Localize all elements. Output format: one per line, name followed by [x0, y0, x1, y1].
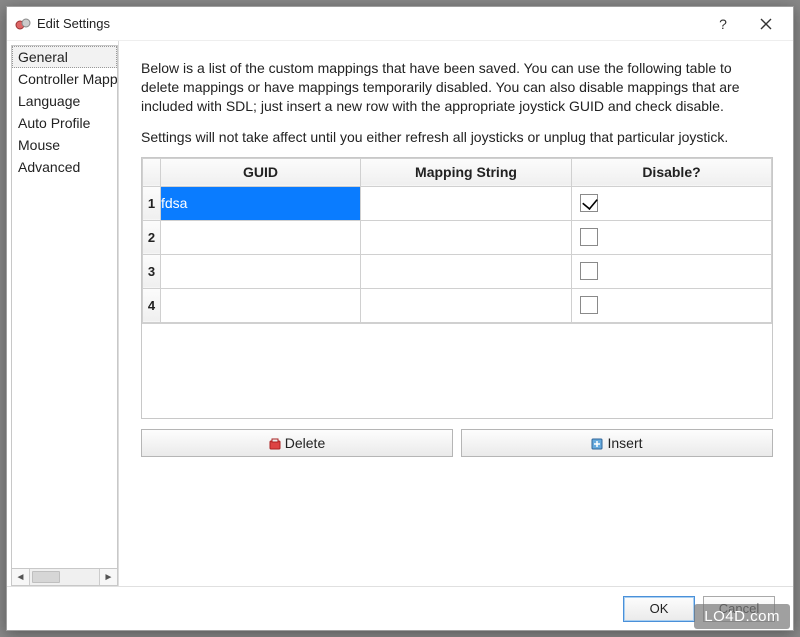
- button-label: Insert: [607, 435, 642, 451]
- tab-auto-profile[interactable]: Auto Profile: [12, 112, 117, 134]
- insert-button[interactable]: Insert: [461, 429, 773, 457]
- cell-guid[interactable]: fdsa: [161, 186, 361, 220]
- ok-button[interactable]: OK: [623, 596, 695, 622]
- dialog-footer: OK Cancel: [7, 586, 793, 630]
- checkbox-icon[interactable]: [580, 262, 598, 280]
- insert-icon: [591, 437, 603, 449]
- sidebar-item-label: Language: [18, 93, 80, 109]
- watermark: LO4D.com: [694, 604, 790, 629]
- sidebar-scrollbar[interactable]: ◄ ►: [11, 568, 118, 586]
- sidebar-item-label: General: [18, 49, 68, 65]
- tab-controller-mapping[interactable]: Controller Mapping: [12, 68, 117, 90]
- table-button-row: Delete Insert: [141, 429, 773, 457]
- col-mapping[interactable]: Mapping String: [361, 158, 572, 186]
- cell-guid[interactable]: [161, 288, 361, 322]
- mappings-table: GUID Mapping String Disable? 1 fdsa: [141, 157, 773, 419]
- help-button[interactable]: ?: [703, 9, 743, 39]
- col-disable[interactable]: Disable?: [572, 158, 772, 186]
- tab-general[interactable]: General: [12, 46, 117, 68]
- cell-disable[interactable]: [572, 254, 772, 288]
- table-row[interactable]: 4: [143, 288, 772, 322]
- checkbox-icon[interactable]: [580, 194, 598, 212]
- table-row[interactable]: 2: [143, 220, 772, 254]
- checkbox-icon[interactable]: [580, 228, 598, 246]
- row-number[interactable]: 1: [143, 186, 161, 220]
- tab-mouse[interactable]: Mouse: [12, 134, 117, 156]
- cell-mapping[interactable]: [361, 288, 572, 322]
- sidebar-item-label: Mouse: [18, 137, 60, 153]
- scroll-thumb[interactable]: [32, 571, 60, 583]
- delete-button[interactable]: Delete: [141, 429, 453, 457]
- app-icon: [15, 16, 31, 32]
- sidebar-item-label: Controller Mapping: [18, 71, 117, 87]
- dialog-window: Edit Settings ? General Controller Mappi…: [6, 6, 794, 631]
- cell-guid[interactable]: [161, 254, 361, 288]
- delete-icon: [269, 437, 281, 449]
- description-1: Below is a list of the custom mappings t…: [141, 59, 773, 116]
- cell-mapping[interactable]: [361, 254, 572, 288]
- close-button[interactable]: [743, 9, 789, 39]
- client-area: General Controller Mapping Language Auto…: [7, 41, 793, 586]
- checkbox-icon[interactable]: [580, 296, 598, 314]
- scroll-track[interactable]: [30, 569, 99, 585]
- cell-mapping[interactable]: [361, 220, 572, 254]
- description-2: Settings will not take affect until you …: [141, 128, 773, 147]
- cell-disable[interactable]: [572, 288, 772, 322]
- row-number[interactable]: 3: [143, 254, 161, 288]
- cell-disable[interactable]: [572, 186, 772, 220]
- cell-guid[interactable]: [161, 220, 361, 254]
- scroll-left-icon[interactable]: ◄: [12, 569, 30, 585]
- window-title: Edit Settings: [37, 16, 110, 31]
- col-guid[interactable]: GUID: [161, 158, 361, 186]
- cell-mapping[interactable]: [361, 186, 572, 220]
- button-label: Delete: [285, 435, 325, 451]
- sidebar: General Controller Mapping Language Auto…: [7, 41, 119, 586]
- main-panel: Below is a list of the custom mappings t…: [119, 41, 793, 586]
- cell-disable[interactable]: [572, 220, 772, 254]
- tab-language[interactable]: Language: [12, 90, 117, 112]
- table-corner: [143, 158, 161, 186]
- table-row[interactable]: 3: [143, 254, 772, 288]
- row-number[interactable]: 4: [143, 288, 161, 322]
- sidebar-item-label: Advanced: [18, 159, 80, 175]
- titlebar: Edit Settings ?: [7, 7, 793, 41]
- sidebar-list[interactable]: General Controller Mapping Language Auto…: [11, 45, 118, 568]
- table-empty-area: [142, 323, 772, 418]
- scroll-right-icon[interactable]: ►: [99, 569, 117, 585]
- row-number[interactable]: 2: [143, 220, 161, 254]
- sidebar-item-label: Auto Profile: [18, 115, 90, 131]
- tab-advanced[interactable]: Advanced: [12, 156, 117, 178]
- table-row[interactable]: 1 fdsa: [143, 186, 772, 220]
- close-icon: [760, 18, 772, 30]
